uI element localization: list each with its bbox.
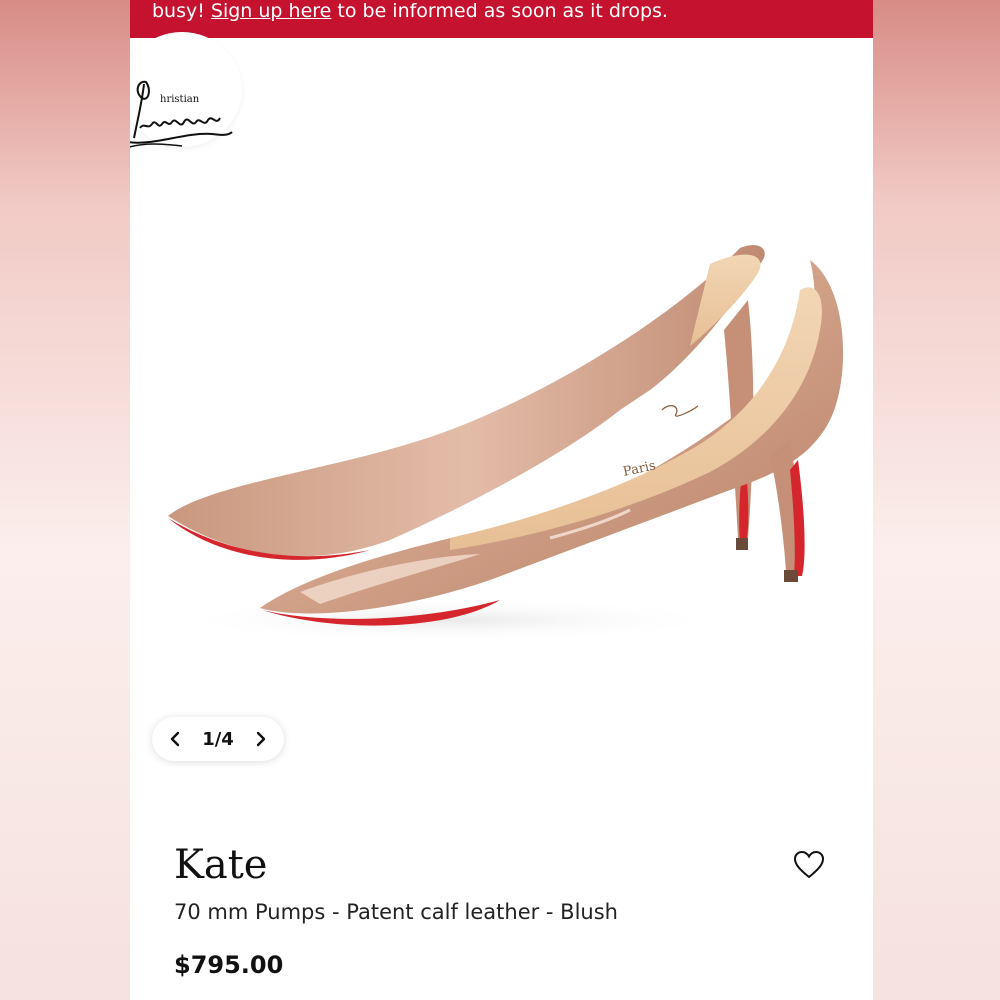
brand-logo[interactable]: hristian [130, 32, 242, 148]
louboutin-logo-icon: hristian [130, 80, 233, 148]
product-description: 70 mm Pumps - Patent calf leather - Blus… [174, 900, 618, 924]
banner-prefix: busy! [152, 0, 211, 22]
image-counter: 1/4 [202, 728, 234, 750]
shoe-image: Paris [168, 245, 844, 642]
signup-link[interactable]: Sign up here [211, 0, 331, 22]
product-page: busy! Sign up here to be informed as soo… [130, 0, 873, 1000]
product-price: $795.00 [174, 951, 284, 979]
announcement-banner: busy! Sign up here to be informed as soo… [130, 0, 873, 38]
background-left [0, 0, 130, 1000]
chevron-right-icon[interactable] [252, 730, 270, 748]
product-name: Kate [174, 842, 268, 888]
heart-icon[interactable] [793, 850, 825, 880]
banner-text: busy! Sign up here to be informed as soo… [152, 0, 668, 22]
chevron-left-icon[interactable] [166, 730, 184, 748]
image-pager: 1/4 [152, 717, 284, 761]
svg-text:hristian: hristian [160, 94, 200, 105]
background-right [873, 0, 1000, 1000]
product-image[interactable]: Paris [150, 220, 850, 660]
banner-suffix: to be informed as soon as it drops. [331, 0, 668, 22]
